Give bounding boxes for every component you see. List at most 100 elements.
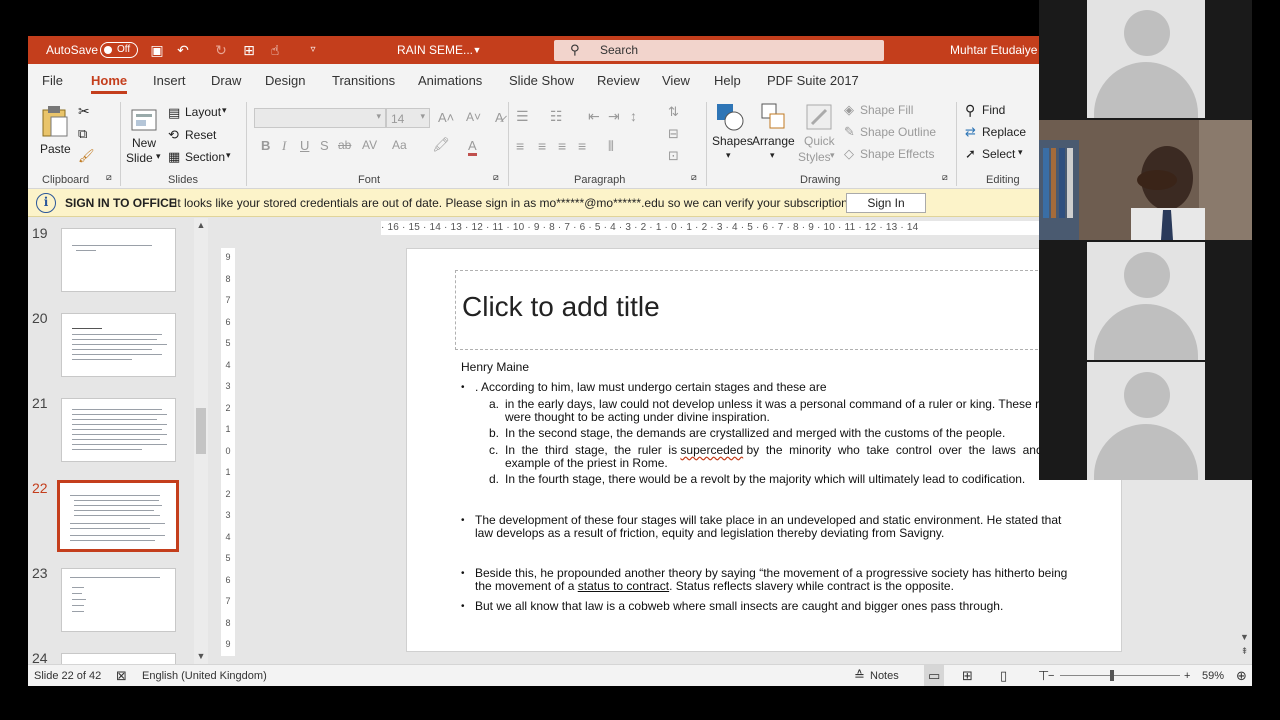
find-icon[interactable]: ⚲ [965,102,975,119]
scroll-down-icon[interactable]: ▼ [196,651,206,661]
replace-icon[interactable]: ⇄ [965,124,976,140]
increase-indent-icon[interactable]: ⇥ [608,108,620,125]
select-label[interactable]: Select [982,147,1015,161]
present-icon[interactable]: ⊞ [240,41,258,59]
change-case-icon[interactable]: Aa [392,138,407,152]
new-slide-label-2[interactable]: Slide [126,151,153,165]
shape-effects-icon[interactable]: ◇ [844,146,854,162]
chevron-down-icon[interactable]: ▼ [468,41,486,59]
quick-styles-icon[interactable] [804,102,836,132]
chevron-down-icon[interactable]: ▾ [830,150,835,161]
tab-home[interactable]: Home [91,64,128,96]
zoom-in-icon[interactable]: + [1184,665,1190,686]
shape-outline-label[interactable]: Shape Outline [860,125,936,139]
touch-mode-icon[interactable]: ☝ [266,41,284,59]
participant-tile[interactable] [1087,242,1205,360]
columns-icon[interactable]: ⫴ [608,138,614,155]
tab-pdf-suite[interactable]: PDF Suite 2017 [767,64,859,96]
tab-view[interactable]: View [662,64,690,96]
align-text-icon[interactable]: ⊟ [668,126,679,142]
font-size-box[interactable]: 14 ▾ [386,108,430,128]
chevron-down-icon[interactable]: ▾ [1018,147,1023,158]
body-heading[interactable]: Henry Maine [461,361,529,374]
customize-qat-icon[interactable]: ▿ [304,41,322,59]
character-spacing-icon[interactable]: AV [362,138,377,152]
underline-icon[interactable]: U [300,138,309,153]
chevron-down-icon[interactable]: ▾ [770,150,775,161]
zoom-out-icon[interactable]: − [1048,665,1054,686]
highlight-icon[interactable]: 🖍 [432,136,450,153]
body-bullet-3-line2[interactable]: the movement of a status to contract. St… [475,580,954,593]
fit-to-window-icon[interactable]: ⊕ [1236,665,1247,686]
notes-icon[interactable]: ≙ [854,665,865,686]
section-icon[interactable]: ▦ [168,149,180,165]
chevron-down-icon[interactable]: ▾ [226,150,231,161]
previous-slide-icon[interactable]: ⇞ [1239,646,1250,657]
strikethrough-icon[interactable]: ab [338,138,351,152]
find-label[interactable]: Find [982,103,1005,117]
format-painter-icon[interactable]: 🖌 [78,148,95,164]
reset-icon[interactable]: ⟲ [168,127,179,143]
section-label[interactable]: Section [185,150,225,164]
slide-sorter-icon[interactable]: ⊞ [962,665,973,686]
notes-button[interactable]: Notes [870,665,899,686]
underlined-text[interactable]: status to contract [578,579,669,593]
copy-icon[interactable]: ⧉ [78,126,87,142]
smartart-icon[interactable]: ⊡ [668,148,679,164]
decrease-indent-icon[interactable]: ⇤ [588,108,600,125]
quick-styles-label-1[interactable]: Quick [804,134,835,148]
chevron-down-icon[interactable]: ▾ [156,151,161,162]
title-placeholder[interactable]: Click to add title [455,270,1121,350]
shrink-font-icon[interactable]: A˅ [466,110,481,124]
tab-design[interactable]: Design [265,64,305,96]
dialog-launcher-icon[interactable]: ⧄ [106,172,112,183]
search-box[interactable]: ⚲ Search [554,40,884,61]
font-name-box[interactable]: ▾ [254,108,386,128]
chevron-down-icon[interactable]: ▾ [726,150,731,161]
text-direction-icon[interactable]: ⇅ [668,104,679,120]
shape-fill-label[interactable]: Shape Fill [860,103,913,117]
participant-tile[interactable] [1087,362,1205,480]
shape-outline-icon[interactable]: ✎ [844,124,855,140]
body-bullet-1[interactable]: . According to him, law must undergo cer… [475,381,827,394]
reset-label[interactable]: Reset [185,128,216,142]
save-icon[interactable]: ▣ [148,41,166,59]
dialog-launcher-icon[interactable]: ⧄ [942,172,948,183]
spelling-check-icon[interactable]: ⊠ [116,665,127,686]
italic-icon[interactable]: I [282,138,286,154]
align-left-icon[interactable]: ≡ [516,138,524,154]
shape-effects-label[interactable]: Shape Effects [860,147,935,161]
font-color-icon[interactable]: A [468,138,477,156]
scrollbar-thumb[interactable] [196,408,206,454]
arrange-icon[interactable] [758,102,790,132]
normal-view-icon[interactable]: ▭ [924,665,945,686]
bullets-icon[interactable]: ☰ [516,108,529,125]
new-slide-label-1[interactable]: New [132,136,156,150]
line-spacing-icon[interactable]: ↕ [630,108,637,124]
tab-transitions[interactable]: Transitions [332,64,395,96]
shapes-label[interactable]: Shapes [712,134,753,148]
shadow-icon[interactable]: S [320,138,329,153]
redo-icon[interactable]: ↻ [212,41,230,59]
list-item-a-line2[interactable]: were thought to be acting under divine i… [505,411,770,424]
tab-draw[interactable]: Draw [211,64,241,96]
paste-label[interactable]: Paste [40,142,71,156]
cut-icon[interactable]: ✂ [78,103,90,120]
tab-file[interactable]: File [42,64,63,96]
scroll-down-icon[interactable]: ▼ [1239,632,1250,642]
autosave-toggle[interactable]: Off [100,42,138,58]
slide-canvas[interactable]: Click to add title Henry Maine • . Accor… [406,248,1122,652]
layout-label[interactable]: Layout [185,105,221,119]
shapes-icon[interactable] [714,102,746,132]
body-bullet-2-line2[interactable]: law develops as a result of friction, eq… [475,527,944,540]
slide-thumbnail-21[interactable] [61,398,176,462]
replace-label[interactable]: Replace [982,125,1026,139]
align-right-icon[interactable]: ≡ [558,138,566,154]
shape-fill-icon[interactable]: ◈ [844,102,854,118]
align-center-icon[interactable]: ≡ [538,138,546,154]
tab-review[interactable]: Review [597,64,640,96]
tab-insert[interactable]: Insert [153,64,186,96]
document-title[interactable]: RAIN SEME... [397,36,473,64]
reading-view-icon[interactable]: ▯ [1000,665,1007,686]
tab-help[interactable]: Help [714,64,741,96]
